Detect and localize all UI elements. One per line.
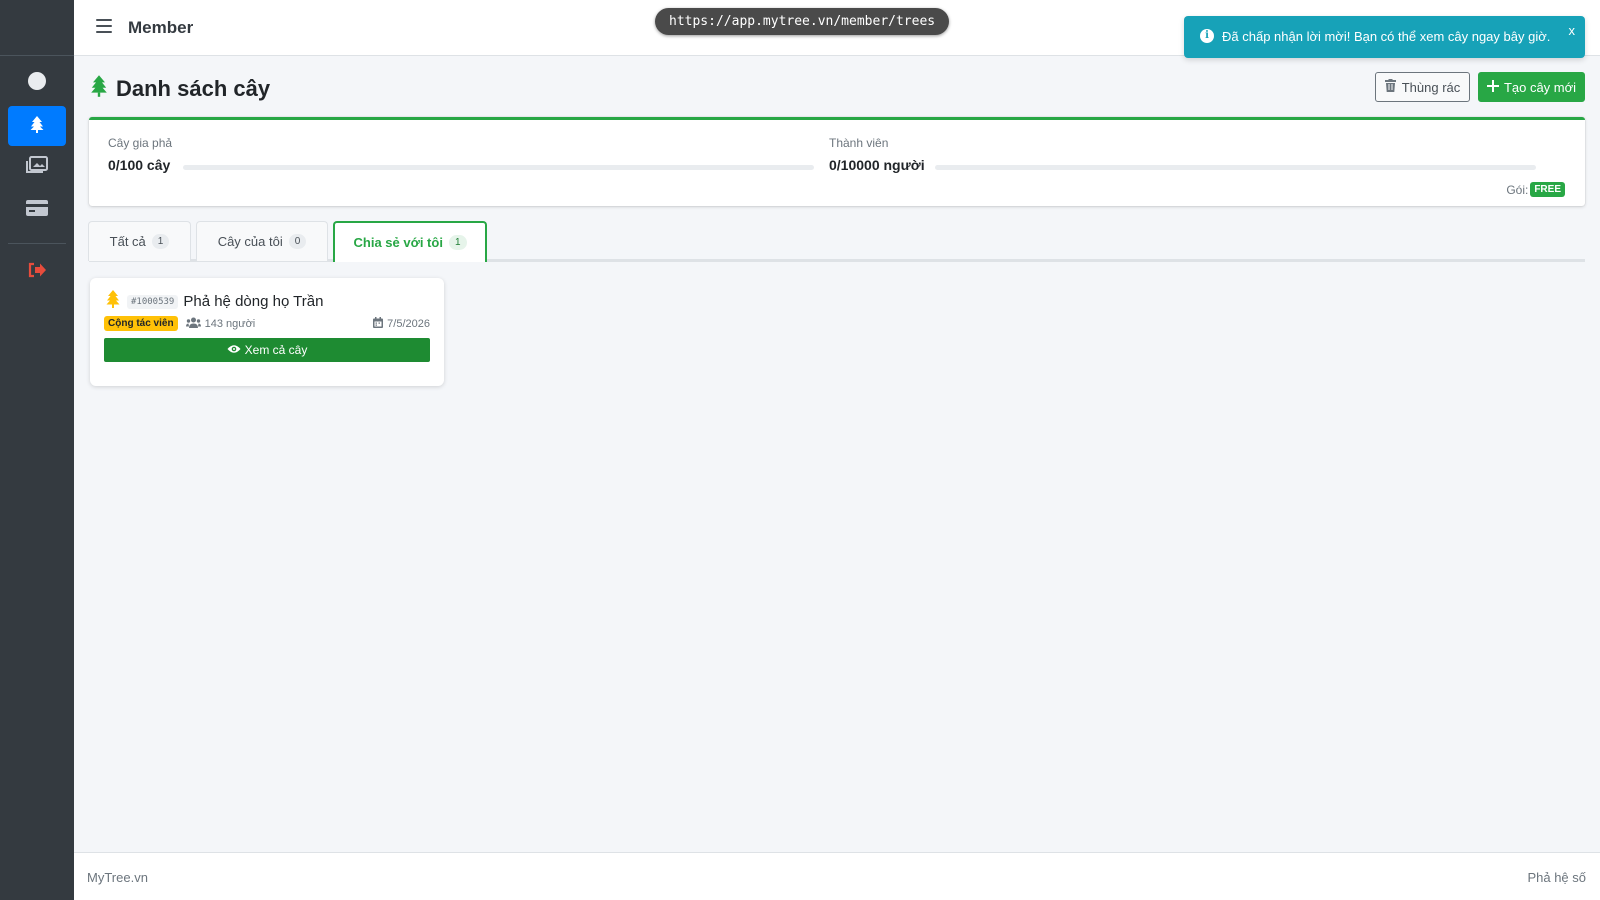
footer-tagline: Phả hệ số [1527, 870, 1586, 885]
tree-date: 7/5/2026 [373, 316, 430, 331]
member-count: 143 người [185, 317, 256, 331]
credit-card-icon [26, 199, 48, 221]
plan-badge: FREE [1530, 182, 1565, 197]
trees-progress-bar [183, 165, 814, 170]
toast-close-button[interactable]: x [1569, 23, 1576, 38]
sidebar-item-trees[interactable] [8, 106, 66, 146]
navbar-title: Member [128, 18, 194, 37]
tree-id-badge: #1000539 [127, 294, 179, 309]
trees-quota-label: Cây gia phả [108, 136, 173, 150]
tab-count-badge: 0 [288, 234, 307, 249]
tree-card-meta: Cộng tác viên 143 người 7/5/2026 [104, 316, 430, 331]
user-circle-icon [27, 71, 47, 96]
plan-info: Gói: FREE [1506, 182, 1565, 197]
tab-shared-with-me[interactable]: Chia sẻ với tôi 1 [333, 221, 487, 262]
sidebar-item-profile[interactable] [8, 63, 66, 103]
tree-date-text: 7/5/2026 [387, 317, 430, 330]
view-tree-button-label: Xem cả cây [244, 343, 308, 357]
members-quota-label: Thành viên [829, 136, 889, 150]
eye-icon [227, 343, 241, 357]
tab-label: Cây của tôi [217, 234, 283, 249]
sidebar-item-gallery[interactable] [8, 147, 66, 187]
sidebar [0, 0, 74, 900]
tab-all[interactable]: Tất cả 1 [88, 221, 191, 261]
tab-count-badge: 1 [151, 234, 170, 249]
url-bar[interactable]: https://app.mytree.vn/member/trees [655, 8, 950, 35]
info-icon: i [1200, 29, 1214, 43]
tree-card-header: #1000539 Phả hệ dòng họ Trần [104, 289, 323, 314]
members-progress-bar [935, 165, 1536, 170]
calendar-icon [373, 316, 384, 331]
sidebar-divider [8, 243, 66, 244]
sidebar-item-billing[interactable] [8, 190, 66, 230]
tree-icon [104, 289, 122, 314]
hamburger-menu-icon[interactable] [96, 19, 112, 33]
footer-brand-link[interactable]: MyTree.vn [87, 870, 148, 885]
plus-icon [1486, 79, 1499, 95]
page-title-text: Danh sách cây [116, 76, 271, 101]
trash-button-label: Thùng rác [1401, 79, 1461, 95]
tab-label: Tất cả [109, 234, 146, 249]
users-icon [185, 317, 201, 331]
trash-button[interactable]: Thùng rác [1375, 72, 1470, 102]
tab-label: Chia sẻ với tôi [353, 235, 443, 250]
tree-card: #1000539 Phả hệ dòng họ Trần Cộng tác vi… [90, 278, 444, 386]
role-badge: Cộng tác viên [104, 316, 178, 331]
trees-quota-value: 0/100 cây [108, 157, 171, 173]
create-tree-button[interactable]: Tạo cây mới [1478, 72, 1585, 102]
members-quota-value: 0/10000 người [829, 157, 925, 173]
tree-icon [28, 115, 46, 138]
main-content: Danh sách cây Thùng rác Tạo cây mới Cây … [74, 56, 1600, 852]
trash-icon [1384, 79, 1396, 95]
logout-icon [27, 262, 47, 283]
toast-message: Đã chấp nhận lời mời! Bạn có thể xem cây… [1222, 29, 1551, 44]
quota-card: Cây gia phả 0/100 cây Thành viên 0/10000… [89, 117, 1585, 206]
create-tree-button-label: Tạo cây mới [1503, 79, 1577, 95]
sidebar-item-logout[interactable] [8, 252, 66, 292]
toast-notification: i Đã chấp nhận lời mời! Bạn có thể xem c… [1184, 16, 1585, 58]
tab-my-trees[interactable]: Cây của tôi 0 [196, 221, 328, 261]
tree-name[interactable]: Phả hệ dòng họ Trần [183, 293, 323, 310]
tab-count-badge: 1 [448, 235, 467, 250]
view-tree-button[interactable]: Xem cả cây [104, 338, 430, 362]
member-count-text: 143 người [204, 317, 256, 330]
footer: MyTree.vn Phả hệ số [74, 852, 1600, 900]
tree-icon [88, 74, 110, 104]
page-title: Danh sách cây [88, 74, 270, 104]
sidebar-brand-area [0, 0, 74, 56]
images-icon [26, 155, 48, 179]
plan-label: Gói: [1506, 182, 1529, 197]
